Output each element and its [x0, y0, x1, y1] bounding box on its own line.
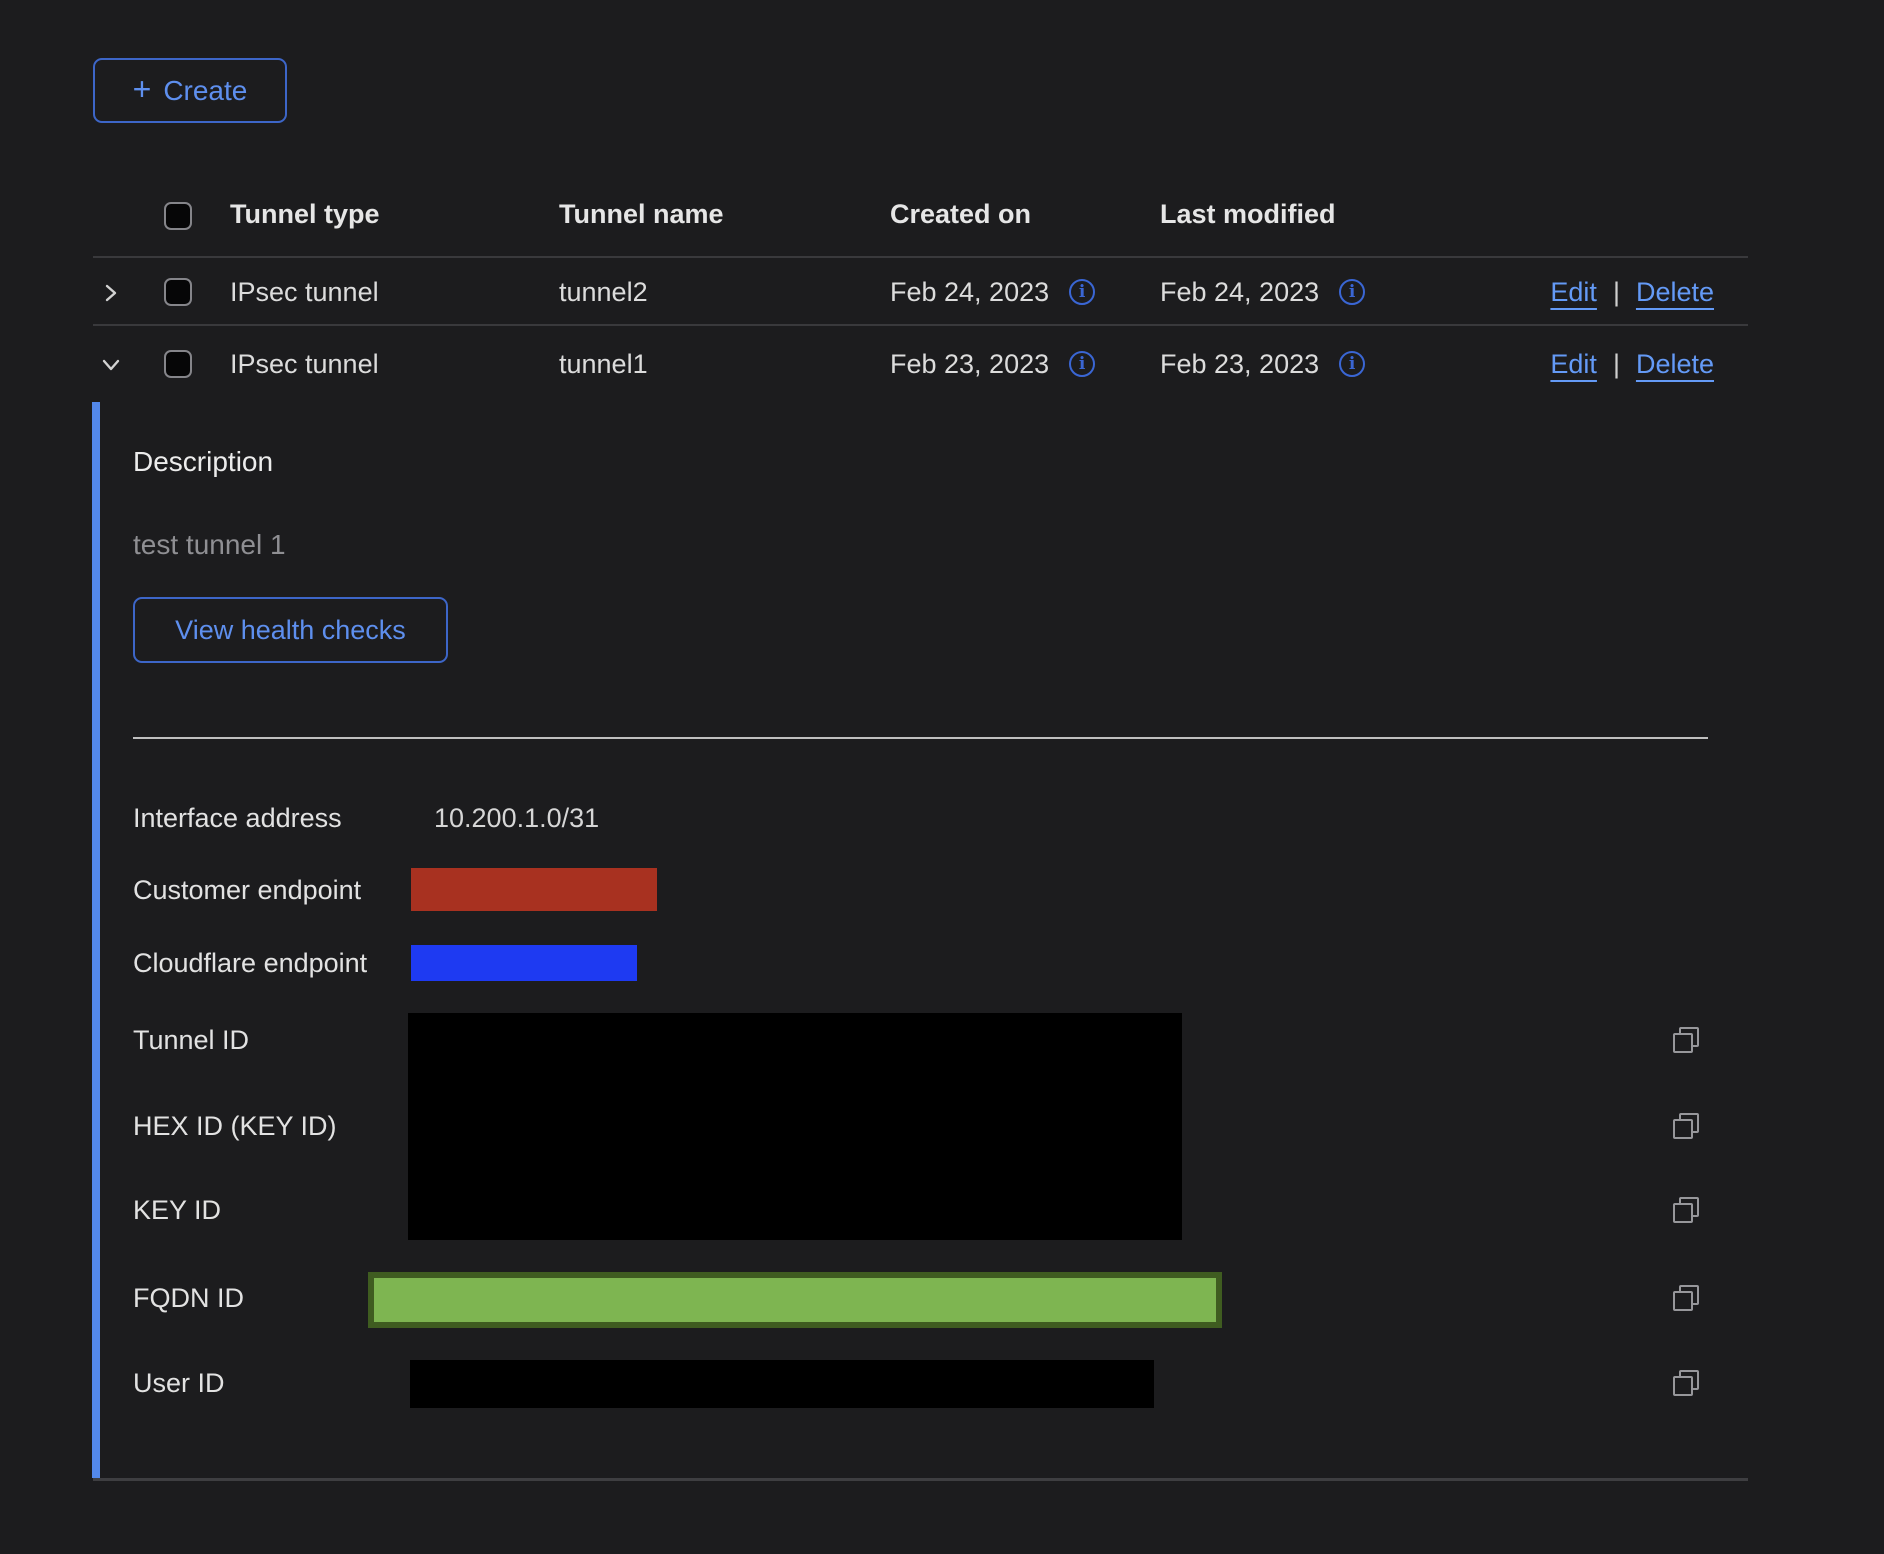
user-id-redaction — [410, 1360, 1154, 1408]
tunnel-type-cell: IPsec tunnel — [230, 350, 379, 378]
last-modified-cell: Feb 23, 2023 — [1160, 350, 1365, 378]
info-icon[interactable] — [1069, 351, 1095, 377]
delete-link[interactable]: Delete — [1636, 350, 1714, 378]
created-on-date: Feb 23, 2023 — [890, 350, 1049, 378]
fqdn-id-redaction — [368, 1272, 1222, 1328]
last-modified-cell: Feb 24, 2023 — [1160, 278, 1365, 306]
copy-icon[interactable] — [1672, 1284, 1700, 1312]
chevron-right-icon[interactable] — [101, 283, 121, 308]
cloudflare-endpoint-label: Cloudflare endpoint — [133, 949, 367, 978]
ipsec-tunnels-page: + Create Tunnel type Tunnel name Created… — [0, 0, 1884, 1554]
info-icon[interactable] — [1339, 279, 1365, 305]
last-modified-date: Feb 24, 2023 — [1160, 278, 1319, 306]
tunnel-name-cell: tunnel1 — [559, 350, 648, 378]
create-button[interactable]: + Create — [93, 58, 287, 123]
created-on-cell: Feb 23, 2023 — [890, 350, 1095, 378]
table-row: IPsec tunnel tunnel1 Feb 23, 2023 Feb 23… — [93, 326, 1748, 402]
create-button-label: Create — [163, 75, 247, 107]
last-modified-date: Feb 23, 2023 — [1160, 350, 1319, 378]
action-separator: | — [1613, 278, 1620, 306]
plus-icon: + — [133, 74, 152, 104]
customer-endpoint-label: Customer endpoint — [133, 876, 361, 905]
copy-icon[interactable] — [1672, 1196, 1700, 1224]
created-on-cell: Feb 24, 2023 — [890, 278, 1095, 306]
cloudflare-endpoint-redaction — [411, 945, 637, 981]
tunnel-name-cell: tunnel2 — [559, 278, 648, 306]
col-header-last-modified: Last modified — [1160, 200, 1336, 228]
action-separator: | — [1613, 350, 1620, 378]
col-header-created-on: Created on — [890, 200, 1031, 228]
copy-icon[interactable] — [1672, 1026, 1700, 1054]
description-label: Description — [133, 447, 273, 477]
table-row: IPsec tunnel tunnel2 Feb 24, 2023 Feb 24… — [93, 258, 1748, 326]
fqdn-id-label: FQDN ID — [133, 1284, 244, 1313]
col-header-tunnel-type: Tunnel type — [230, 200, 380, 228]
table-header-row: Tunnel type Tunnel name Created on Last … — [93, 178, 1748, 258]
interface-address-value: 10.200.1.0/31 — [434, 804, 599, 833]
chevron-down-icon[interactable] — [101, 355, 121, 380]
tunnel-id-label: Tunnel ID — [133, 1026, 249, 1055]
customer-endpoint-redaction — [411, 868, 657, 911]
hex-id-label: HEX ID (KEY ID) — [133, 1112, 337, 1141]
edit-link[interactable]: Edit — [1550, 278, 1597, 306]
select-all-checkbox[interactable] — [164, 202, 192, 230]
copy-icon[interactable] — [1672, 1369, 1700, 1397]
section-divider — [133, 737, 1708, 739]
info-icon[interactable] — [1339, 351, 1365, 377]
ids-redaction-block — [408, 1013, 1182, 1240]
view-health-checks-button[interactable]: View health checks — [133, 597, 448, 663]
key-id-label: KEY ID — [133, 1196, 221, 1225]
info-icon[interactable] — [1069, 279, 1095, 305]
interface-address-label: Interface address — [133, 804, 342, 833]
row-checkbox[interactable] — [164, 350, 192, 378]
row-checkbox[interactable] — [164, 278, 192, 306]
created-on-date: Feb 24, 2023 — [890, 278, 1049, 306]
panel-bottom-border — [93, 1478, 1748, 1481]
copy-icon[interactable] — [1672, 1112, 1700, 1140]
tunnel-type-cell: IPsec tunnel — [230, 278, 379, 306]
description-value: test tunnel 1 — [133, 530, 286, 560]
delete-link[interactable]: Delete — [1636, 278, 1714, 306]
user-id-label: User ID — [133, 1369, 225, 1398]
col-header-tunnel-name: Tunnel name — [559, 200, 724, 228]
expanded-row-accent-bar — [92, 402, 100, 1478]
edit-link[interactable]: Edit — [1550, 350, 1597, 378]
